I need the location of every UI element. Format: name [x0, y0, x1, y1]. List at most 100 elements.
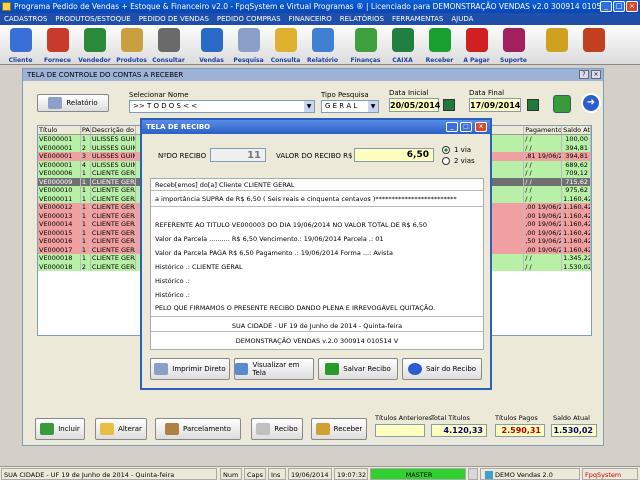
cell-s: 394,81: [562, 152, 591, 161]
toolbar-button-11[interactable]: Receber: [421, 25, 458, 65]
search-type-dropdown[interactable]: G E R A L ▼: [321, 100, 379, 113]
receipt-dialog-title: TELA DE RECIBO: [146, 123, 211, 131]
print-direct-label: Imprimir Direto: [172, 365, 226, 373]
forward-arrow-icon[interactable]: ➜: [581, 93, 601, 113]
cell-pg: / /: [524, 135, 563, 144]
menu-item-5[interactable]: RELATÓRIOS: [340, 13, 384, 25]
status-caps: Caps: [244, 468, 266, 480]
cell-pg: / /: [524, 194, 563, 203]
search-doc-icon: [238, 28, 260, 52]
status-bar: SUA CIDADE - UF 19 de Junho de 2014 - Qu…: [0, 466, 640, 480]
toolbar-button-2[interactable]: Vendedor: [76, 25, 113, 65]
menu-item-4[interactable]: FINANCEIRO: [289, 13, 332, 25]
refresh-icon[interactable]: [553, 95, 571, 113]
maximize-button[interactable]: □: [613, 1, 625, 12]
menu-item-0[interactable]: CADASTROS: [4, 13, 47, 25]
receipt-value-field[interactable]: 6,50: [354, 148, 434, 162]
dialog-close-button[interactable]: ×: [475, 122, 487, 132]
column-header-1[interactable]: PA: [81, 126, 91, 134]
cell-pg: / /: [524, 143, 563, 152]
search-type-value: G E R A L: [325, 102, 358, 110]
two-copies-radio[interactable]: [442, 157, 450, 165]
receive-button[interactable]: Receber: [311, 418, 367, 440]
cell-s: 1.160,42: [563, 194, 591, 203]
start-date-field[interactable]: 20/05/2014: [389, 98, 440, 112]
receivables-close-button[interactable]: ×: [591, 70, 601, 79]
installments-button[interactable]: Parcelamento: [155, 418, 241, 440]
search-type-label: Tipo Pesquisa: [321, 91, 369, 99]
toolbar-button-5[interactable]: Vendas: [193, 25, 230, 65]
toolbar-button-12[interactable]: A Pagar: [458, 25, 495, 65]
menu-bar: CADASTROS PRODUTOS/ESTOQUE PEDIDO DE VENDA…: [0, 13, 640, 25]
toolbar-button-6[interactable]: Pesquisa: [230, 25, 267, 65]
column-header-5[interactable]: Saldo Atual: [562, 126, 591, 134]
previous-titles-value: [375, 424, 425, 437]
toolbar-button-15[interactable]: [575, 25, 612, 65]
dialog-minimize-button[interactable]: _: [446, 122, 458, 132]
column-header-4[interactable]: Pagamento: [524, 126, 563, 134]
cell-pa: 4: [81, 160, 91, 169]
cell-d: CLIENTE GERA: [91, 186, 136, 195]
toolbar-label-1: Fornece: [44, 57, 71, 64]
cell-s: 715,62: [562, 177, 591, 186]
end-date-field[interactable]: 17/09/2014: [469, 98, 521, 112]
receipt-line-client: Receb[emos] do[a] Cliente CLIENTE GERAL: [155, 181, 295, 189]
cell-t: VE000016: [38, 237, 81, 246]
minimize-button[interactable]: _: [600, 1, 612, 12]
toolbar-button-3[interactable]: Produtos: [113, 25, 150, 65]
checkmark-icon: [325, 363, 340, 375]
end-date-label: Data Final: [469, 89, 505, 97]
save-receipt-button[interactable]: Salvar Recibo: [318, 358, 398, 380]
menu-item-1[interactable]: PRODUTOS/ESTOQUE: [55, 13, 130, 25]
paid-titles-value: 2.590,31: [495, 424, 545, 437]
receipt-button[interactable]: Recibo: [251, 418, 303, 440]
column-header-2[interactable]: Descrição do C: [91, 126, 136, 134]
status-indicator: [468, 468, 478, 480]
menu-item-7[interactable]: AJUDA: [451, 13, 473, 25]
view-screen-button[interactable]: Visualizar em Tela: [234, 358, 314, 380]
toolbar-button-13[interactable]: Suporte: [495, 25, 532, 65]
toolbar-button-8[interactable]: Relatório: [304, 25, 341, 65]
cell-pa: 1: [81, 135, 91, 144]
cell-pg: ,00 19/06/2014: [525, 220, 563, 229]
print-direct-button[interactable]: Imprimir Direto: [150, 358, 230, 380]
cell-pg: / /: [524, 186, 563, 195]
coins-icon: [546, 28, 568, 52]
receipt-number-field[interactable]: 11: [210, 148, 266, 162]
toolbar-button-10[interactable]: CAIXA: [384, 25, 421, 65]
receipt-dialog-header: TELA DE RECIBO _ □ ×: [142, 120, 490, 134]
toolbar-label-2: Vendedor: [78, 57, 111, 64]
toolbar-button-4[interactable]: Consultar: [150, 25, 187, 65]
toolbar-button-9[interactable]: Finanças: [347, 25, 384, 65]
calendar-icon[interactable]: [527, 99, 539, 111]
toolbar-button-0[interactable]: Cliente: [2, 25, 39, 65]
toolbar-button-1[interactable]: Fornece: [39, 25, 76, 65]
column-header-0[interactable]: Título: [38, 126, 81, 134]
edit-button[interactable]: Alterar: [95, 418, 147, 440]
one-copy-radio[interactable]: [442, 146, 450, 154]
toolbar-label-6: Pesquisa: [233, 57, 264, 64]
cell-t: VE000006: [38, 169, 81, 178]
help-button[interactable]: ?: [579, 70, 589, 79]
menu-item-2[interactable]: PEDIDO DE VENDAS: [139, 13, 209, 25]
cell-s: 709,12: [562, 169, 591, 178]
toolbar-button-14[interactable]: [538, 25, 575, 65]
chevron-down-icon: ▼: [304, 101, 314, 112]
toolbar-label-13: Suporte: [500, 57, 527, 64]
seller-icon: [84, 28, 106, 52]
folder-icon: [275, 28, 297, 52]
menu-item-6[interactable]: FERRAMENTAS: [392, 13, 443, 25]
report-button[interactable]: Relatório: [37, 94, 109, 112]
close-button[interactable]: ×: [626, 1, 638, 12]
one-copy-label: 1 via: [454, 146, 472, 154]
menu-item-3[interactable]: PEDIDO COMPRAS: [217, 13, 281, 25]
edit-icon: [100, 423, 115, 435]
receipt-line-installment: Valor da Parcela .......... R$ 6,50 Venc…: [155, 235, 384, 243]
add-button[interactable]: Incluir: [35, 418, 85, 440]
status-brand: FpqSystem: [582, 468, 638, 480]
toolbar-button-7[interactable]: Consulta: [267, 25, 304, 65]
exit-receipt-button[interactable]: Sair do Recibo: [402, 358, 482, 380]
select-name-dropdown[interactable]: >> T O D O S < < ▼: [129, 100, 315, 113]
calendar-icon[interactable]: [443, 99, 455, 111]
dialog-maximize-button[interactable]: □: [460, 122, 472, 132]
